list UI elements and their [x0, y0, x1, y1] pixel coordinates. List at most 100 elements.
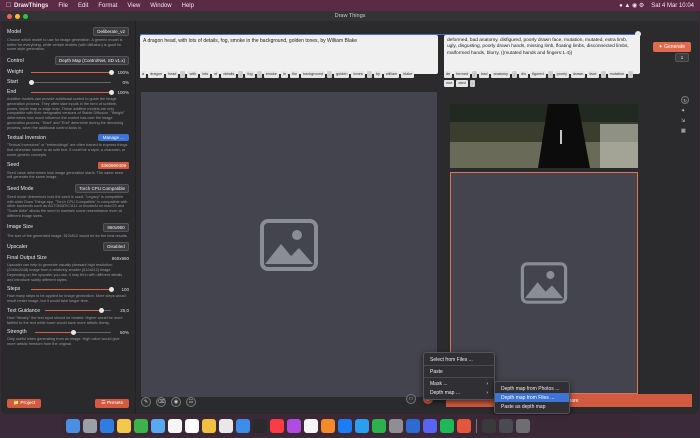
prompt-token[interactable]: a [140, 71, 147, 78]
prompt-token[interactable]: figured [529, 71, 546, 78]
app-menu[interactable]: DrawThings [14, 3, 48, 9]
prompt-token[interactable]: mut [444, 80, 455, 87]
draw-things-icon[interactable] [457, 418, 471, 433]
prompt-token[interactable]: the [289, 71, 300, 78]
safari-icon[interactable] [100, 418, 114, 433]
slider-knob[interactable] [98, 308, 104, 314]
prompt-token[interactable]: dragon [148, 71, 164, 78]
discord-icon[interactable] [423, 418, 437, 433]
prompt-token[interactable]: , [327, 71, 333, 78]
apple-icon[interactable]:  [6, 2, 14, 9]
end-slider[interactable] [31, 89, 114, 95]
prompt-token[interactable]: of [212, 71, 220, 78]
prompt-token[interactable]: poorly [554, 71, 569, 78]
menu-paste[interactable]: Paste [424, 367, 494, 376]
reminders-icon[interactable] [219, 418, 233, 433]
notes-icon[interactable] [202, 418, 216, 433]
reference-photo[interactable] [450, 104, 638, 168]
prompt-token[interactable]: , [469, 80, 475, 87]
prompt-token[interactable]: drawn [571, 71, 586, 78]
grid-icon[interactable]: ▦ [681, 128, 689, 134]
prompt-token[interactable]: bad [479, 71, 490, 78]
slider-knob[interactable] [108, 89, 114, 95]
prompt-token[interactable]: william [383, 71, 400, 78]
history-icon[interactable]: ↻ [681, 96, 689, 104]
menu-depth-map[interactable]: Depth map ... › [424, 388, 494, 397]
facetime-icon[interactable] [236, 418, 250, 433]
calendar-icon[interactable] [168, 418, 182, 433]
prompt-token[interactable]: , [180, 71, 186, 78]
prompt-token[interactable]: by [373, 71, 382, 78]
seed-mode-select[interactable]: Torch CPU Compatible [75, 184, 129, 194]
photos-icon[interactable] [185, 418, 199, 433]
comment-icon[interactable]: □ [406, 394, 416, 404]
prompt-token[interactable]: , [256, 71, 262, 78]
vscode-icon[interactable] [406, 418, 420, 433]
weight-slider[interactable] [31, 69, 114, 75]
submenu-depth-from-files[interactable]: Depth map from Files ... [495, 393, 569, 402]
presets-button[interactable]: ☰ Presets [95, 399, 129, 408]
wand-icon[interactable]: ✦ [681, 108, 689, 114]
music-icon[interactable] [270, 418, 284, 433]
paint-tool-icon[interactable]: ◉ [171, 397, 181, 407]
prompt-token[interactable]: golden [334, 71, 350, 78]
start-slider[interactable] [28, 79, 111, 85]
prompt-token[interactable]: formed [454, 71, 471, 78]
podcasts-icon[interactable] [287, 418, 301, 433]
eraser-tool-icon[interactable]: ⌫ [156, 397, 166, 407]
negative-prompt-input[interactable]: deformed, bad anatomy, disfigured, poorl… [444, 35, 640, 74]
manage-button[interactable]: Manage ... [97, 134, 129, 142]
prompt-token[interactable]: , [600, 71, 606, 78]
news-icon[interactable] [304, 418, 318, 433]
prompt-token[interactable]: , [512, 71, 518, 78]
image-size-select[interactable]: 960x960 [103, 222, 129, 232]
spotify-icon[interactable] [440, 418, 454, 433]
terminal-icon[interactable] [482, 418, 496, 433]
generate-button[interactable]: ✦ Generate [652, 42, 691, 52]
brush-tool-icon[interactable]: ✎ [141, 397, 151, 407]
prompt-token[interactable]: in [280, 71, 288, 78]
slider-knob[interactable] [108, 286, 114, 292]
upscaler-select[interactable]: Disabled [103, 242, 129, 252]
keynote-icon[interactable] [355, 418, 369, 433]
numbers-icon[interactable] [372, 418, 386, 433]
app-store-icon[interactable] [338, 418, 352, 433]
prompt-token[interactable]: , [472, 71, 478, 78]
slider-knob[interactable] [70, 329, 76, 335]
mail-icon[interactable] [151, 418, 165, 433]
strength-slider[interactable] [35, 329, 111, 335]
menu-mask[interactable]: Mask ... › [424, 379, 494, 388]
prompt-token[interactable]: ated [456, 80, 468, 87]
prompt-token[interactable]: anatomy [491, 71, 511, 78]
messages-icon[interactable] [134, 418, 148, 433]
prompt-token[interactable]: , [628, 71, 634, 78]
seed-field[interactable]: 3360660408 [97, 161, 129, 169]
prompt-token[interactable]: head [165, 71, 179, 78]
layers-tool-icon[interactable]: ☷ [186, 397, 196, 407]
pages-icon[interactable] [321, 418, 335, 433]
batch-count-select[interactable]: 1 [675, 53, 689, 62]
menu-format[interactable]: Format [98, 3, 117, 9]
submenu-depth-from-photos[interactable]: Depth map from Photos ... [495, 384, 569, 393]
prompt-token[interactable]: , [366, 71, 372, 78]
launchpad-icon[interactable] [83, 418, 97, 433]
menu-help[interactable]: Help [182, 3, 194, 9]
prompt-token[interactable]: , [547, 71, 553, 78]
finder-icon[interactable] [66, 418, 80, 433]
submenu-paste-depth[interactable]: Paste as depth map [495, 402, 569, 411]
prompt-token[interactable]: tones [351, 71, 365, 78]
steps-slider[interactable] [31, 286, 114, 292]
control-select[interactable]: Depth Map (ControlNet, SD v1.x) [54, 56, 129, 66]
model-select[interactable]: Deliberate_v2 [93, 27, 129, 36]
prompt-token[interactable]: smoke [263, 71, 279, 78]
expand-icon[interactable]: ⇲ [681, 118, 689, 124]
apple-tv-icon[interactable] [253, 418, 267, 433]
status-icons[interactable]: ● ▲ ◉ ⚙ [619, 2, 644, 9]
prompt-token[interactable]: dis [519, 71, 528, 78]
prompt-token[interactable]: lots [200, 71, 211, 78]
menu-file[interactable]: File [58, 3, 68, 9]
downloads-stack-icon[interactable] [499, 418, 513, 433]
slider-knob[interactable] [108, 69, 114, 75]
prompt-token[interactable]: background [301, 71, 325, 78]
main-canvas[interactable] [140, 91, 438, 398]
